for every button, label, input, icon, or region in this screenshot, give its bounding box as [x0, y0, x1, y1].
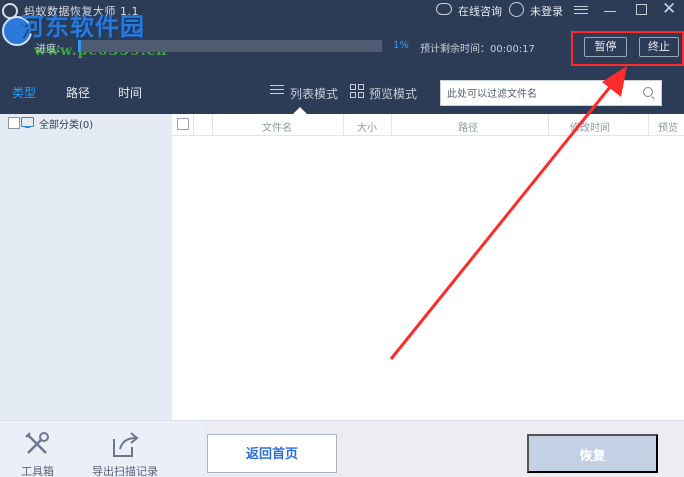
column-filename[interactable]: 文件名	[262, 119, 292, 134]
minimize-icon[interactable]	[604, 11, 616, 12]
bottom-bar: 工具箱 导出扫描记录 返回首页 恢复	[0, 420, 684, 477]
table-header: 文件名 大小 路径 修改时间 预览	[172, 114, 684, 136]
tab-type[interactable]: 类型	[12, 84, 36, 101]
all-category-checkbox[interactable]	[8, 117, 20, 129]
tab-time[interactable]: 时间	[118, 84, 142, 101]
active-mode-caret	[293, 107, 307, 114]
annotation-highlight-box	[571, 31, 684, 66]
maximize-icon[interactable]	[636, 4, 647, 15]
search-icon[interactable]	[643, 87, 653, 97]
column-preview[interactable]: 预览	[658, 119, 678, 134]
column-separator	[391, 114, 392, 136]
login-link[interactable]: 未登录	[530, 3, 563, 19]
progress-percent: 1%	[393, 40, 409, 51]
column-separator	[343, 114, 344, 136]
toolbox-button[interactable]: 工具箱	[21, 463, 54, 477]
category-sidebar: 全部分类(0)	[0, 114, 172, 420]
column-modified-time[interactable]: 修改时间	[570, 119, 610, 134]
search-box[interactable]	[440, 80, 662, 106]
restore-button[interactable]: 恢复	[527, 434, 658, 473]
column-separator	[648, 114, 649, 136]
export-icon[interactable]	[110, 429, 140, 459]
toolbox-icon[interactable]	[22, 429, 52, 459]
select-all-checkbox[interactable]	[177, 118, 189, 130]
remaining-time: 预计剩余时间：00:00:17	[420, 44, 535, 55]
preview-mode-icon[interactable]	[350, 84, 364, 98]
file-table: 文件名 大小 路径 修改时间 预览	[172, 114, 684, 420]
scan-progress-fill	[78, 40, 81, 52]
monitor-icon	[21, 117, 34, 128]
progress-label: 进度：	[36, 44, 66, 55]
column-size[interactable]: 大小	[357, 119, 377, 134]
tree-item-all[interactable]: 全部分类(0)	[39, 116, 93, 131]
column-separator	[193, 114, 194, 136]
tab-path[interactable]: 路径	[66, 84, 90, 101]
chat-bubble-icon[interactable]	[436, 3, 452, 15]
preview-mode-button[interactable]: 预览模式	[369, 85, 417, 102]
list-mode-icon[interactable]	[270, 85, 284, 96]
scan-progress-bar	[78, 40, 382, 52]
column-separator	[548, 114, 549, 136]
column-path[interactable]: 路径	[458, 119, 478, 134]
sidebar-bottom: 工具箱 导出扫描记录	[0, 421, 204, 477]
close-icon[interactable]: ✕	[662, 1, 676, 18]
return-home-button[interactable]: 返回首页	[207, 434, 337, 473]
column-separator	[212, 114, 213, 136]
watermark-text: 河东软件园	[20, 12, 145, 41]
title-bar: 蚂蚁数据恢复大师 1.1 河东软件园 www.pc0359.cn 在线咨询 未登…	[0, 0, 684, 68]
list-mode-button[interactable]: 列表模式	[290, 85, 338, 102]
user-icon[interactable]	[509, 2, 524, 17]
online-consult-link[interactable]: 在线咨询	[458, 3, 502, 19]
view-toolbar: 类型 路径 时间 列表模式 预览模式	[0, 68, 684, 114]
menu-icon[interactable]	[574, 6, 588, 14]
export-scan-record-button[interactable]: 导出扫描记录	[92, 463, 158, 477]
search-input[interactable]	[447, 86, 627, 102]
